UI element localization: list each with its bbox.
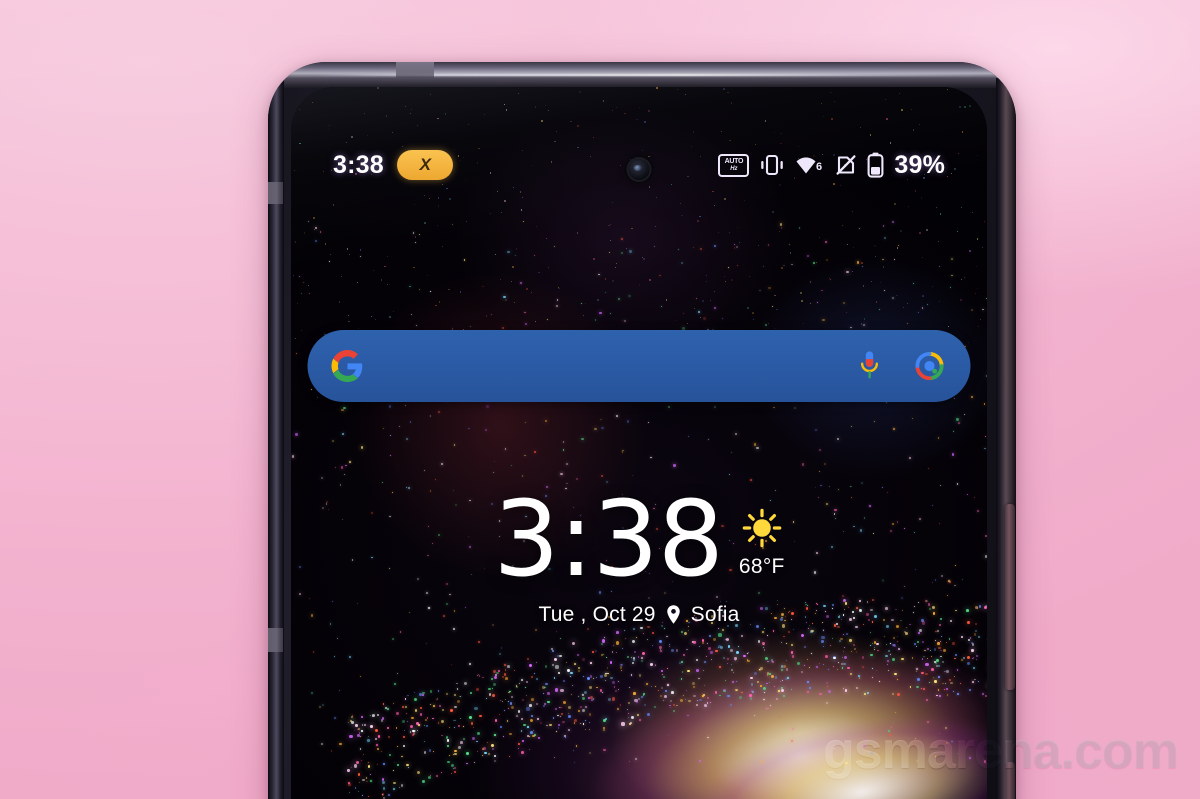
svg-text:6: 6 (816, 161, 822, 173)
clock-row: 3:38 68°F (493, 478, 785, 600)
site-watermark: gsmarena.com (822, 722, 1179, 780)
clock-time: 3:38 (493, 478, 724, 600)
auto-hz-top-label: AUTO (724, 158, 744, 166)
screenshot-stage: gsmarena.com 3:38 X (0, 0, 1200, 799)
antenna-band-left-upper (268, 182, 283, 204)
google-g-icon (331, 350, 364, 382)
battery-icon (867, 152, 884, 178)
search-actions (859, 350, 945, 382)
location-pin-icon (665, 604, 682, 625)
weather-block[interactable]: 68°F (739, 507, 785, 579)
wallpaper (291, 87, 987, 799)
status-bar-clock: 3:38 (333, 150, 384, 179)
google-search-bar[interactable] (307, 330, 971, 402)
location-label: Sofia (690, 602, 740, 626)
auto-refresh-rate-icon: AUTO Hz (718, 153, 750, 177)
battery-percent-label: 39% (894, 150, 945, 179)
sunny-icon (741, 507, 783, 549)
no-sim-icon (835, 154, 857, 176)
antenna-band-top (396, 62, 434, 78)
volume-rocker[interactable] (1005, 504, 1015, 690)
google-lens-icon[interactable] (915, 351, 945, 381)
phone-screen[interactable]: 3:38 X AUTO Hz 6 39% 3:38 68°F Tue , Oct… (291, 87, 987, 799)
date-label: Tue , Oct 29 (538, 602, 656, 626)
clock-widget[interactable]: 3:38 68°F Tue , Oct 29 Sofia (291, 478, 987, 627)
phone-right-rail (996, 78, 1016, 799)
date-location-row[interactable]: Tue , Oct 29 Sofia (538, 603, 739, 627)
microphone-icon[interactable] (859, 350, 881, 382)
status-bar-right: AUTO Hz 6 39% (718, 151, 945, 180)
status-bar: 3:38 X AUTO Hz 6 39% (291, 145, 987, 185)
phone-device: 3:38 X AUTO Hz 6 39% 3:38 68°F Tue , Oct… (268, 62, 1016, 799)
phone-top-frame (268, 62, 1016, 88)
vibrate-icon (759, 154, 785, 176)
status-bar-left: 3:38 X (333, 150, 453, 180)
wallpaper-stars (291, 87, 987, 799)
wifi-6-icon: 6 (795, 154, 825, 176)
x-badge-label: X (419, 155, 431, 174)
temperature-label: 68°F (738, 555, 785, 578)
antenna-band-left-lower (268, 628, 283, 652)
x-app-badge[interactable]: X (396, 150, 453, 180)
auto-hz-bottom-label: Hz (730, 165, 738, 172)
